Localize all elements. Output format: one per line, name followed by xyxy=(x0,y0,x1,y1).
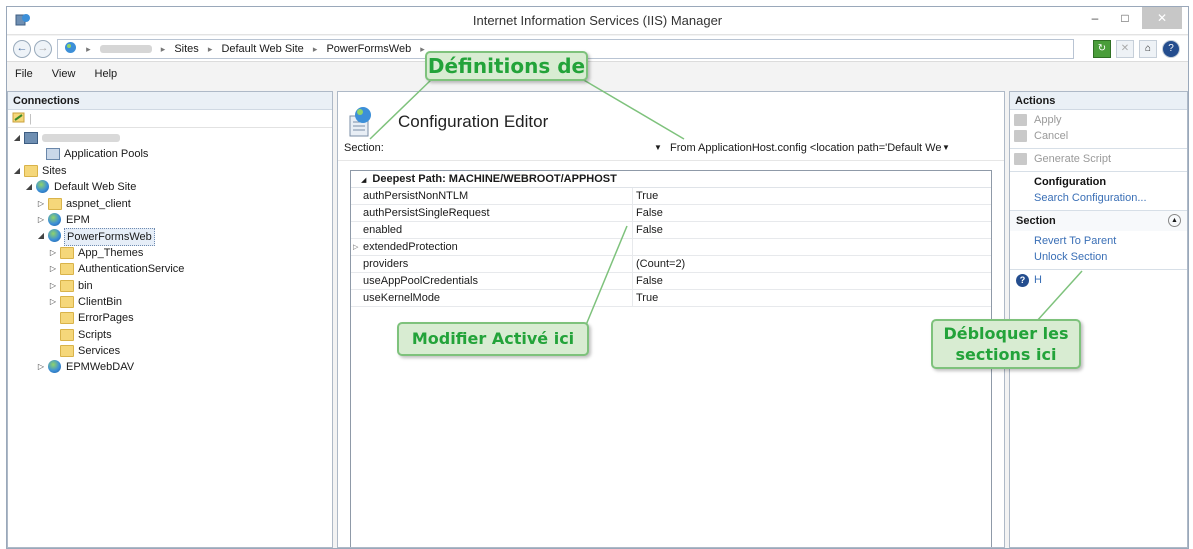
annotation-pointers xyxy=(369,78,1083,326)
pointer-to-enabled xyxy=(585,225,628,326)
callout-unlock-sections: Débloquer les sections ici xyxy=(931,319,1081,369)
pointer-to-section xyxy=(369,78,433,140)
callout-modify-enabled: Modifier Activé ici xyxy=(397,322,589,356)
pointer-to-from xyxy=(581,78,685,140)
pointer-to-unlock xyxy=(1035,270,1083,323)
callout-definitions: Définitions de xyxy=(425,51,588,81)
